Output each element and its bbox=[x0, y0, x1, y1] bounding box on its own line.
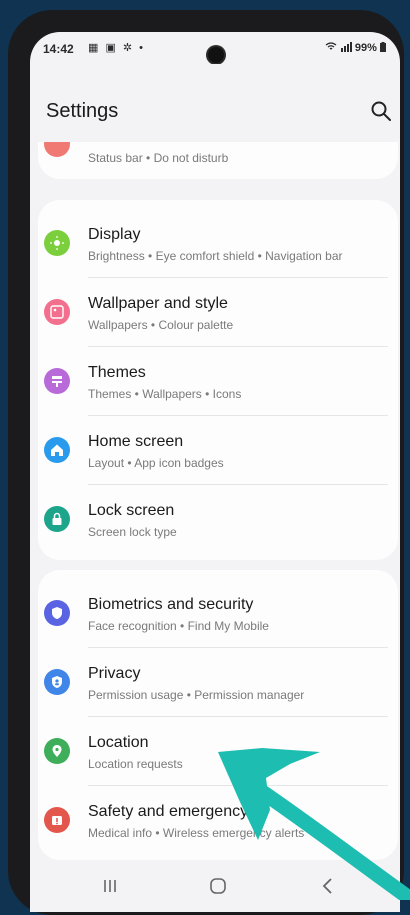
emergency-glyph bbox=[52, 816, 62, 825]
item-subtitle: Wallpapers • Colour palette bbox=[88, 318, 234, 332]
item-title: Location bbox=[88, 734, 149, 751]
brush-icon bbox=[44, 368, 70, 394]
emergency-icon bbox=[44, 807, 70, 833]
brush-glyph bbox=[52, 376, 62, 387]
shield-glyph bbox=[52, 607, 62, 619]
signal-icon bbox=[340, 42, 352, 52]
image-glyph bbox=[50, 305, 64, 319]
battery-label: 99% bbox=[354, 42, 377, 54]
item-title: Lock screen bbox=[88, 502, 175, 519]
settings-card-display: Display Brightness • Eye comfort shield … bbox=[38, 200, 398, 560]
location-glyph bbox=[52, 745, 62, 757]
settings-item-lock-screen[interactable]: Lock screen Screen lock type bbox=[38, 484, 398, 553]
front-camera bbox=[208, 47, 224, 63]
battery-icon bbox=[380, 42, 386, 52]
status-time: 14:42 bbox=[43, 42, 74, 56]
item-title: Themes bbox=[88, 364, 146, 381]
item-title: Privacy bbox=[88, 665, 141, 682]
notification-icons: ▦ ▣ ✲ • bbox=[88, 42, 146, 54]
shield-icon bbox=[44, 600, 70, 626]
home-icon bbox=[44, 437, 70, 463]
item-subtitle: Permission usage • Permission manager bbox=[88, 688, 305, 702]
item-title: Display bbox=[88, 226, 141, 243]
lock-icon bbox=[44, 506, 70, 532]
settings-item-display[interactable]: Display Brightness • Eye comfort shield … bbox=[38, 208, 398, 277]
settings-item-privacy[interactable]: Privacy Permission usage • Permission ma… bbox=[38, 647, 398, 716]
location-pin-icon bbox=[44, 738, 70, 764]
wifi-icon bbox=[325, 42, 337, 50]
item-subtitle: Themes • Wallpapers • Icons bbox=[88, 387, 242, 401]
item-subtitle: Status bar • Do not disturb bbox=[88, 151, 229, 165]
settings-item-home-screen[interactable]: Home screen Layout • App icon badges bbox=[38, 415, 398, 484]
item-title: Biometrics and security bbox=[88, 596, 254, 613]
settings-item-themes[interactable]: Themes Themes • Wallpapers • Icons bbox=[38, 346, 398, 415]
sun-icon bbox=[44, 230, 70, 256]
item-subtitle: Brightness • Eye comfort shield • Naviga… bbox=[88, 249, 343, 263]
home-glyph bbox=[51, 444, 63, 456]
item-title: Wallpaper and style bbox=[88, 295, 228, 312]
lock-glyph bbox=[52, 512, 62, 525]
page-title-overlay: Settings bbox=[46, 100, 119, 122]
settings-item-wallpaper[interactable]: Wallpaper and style Wallpapers • Colour … bbox=[38, 277, 398, 346]
item-subtitle: Layout • App icon badges bbox=[88, 456, 224, 470]
privacy-icon bbox=[44, 669, 70, 695]
privacy-glyph bbox=[52, 676, 62, 688]
image-icon bbox=[44, 299, 70, 325]
search-icon[interactable] bbox=[370, 100, 392, 122]
sun-glyph bbox=[50, 236, 64, 250]
status-bar: 14:42 ▦ ▣ ✲ • 99% bbox=[30, 32, 400, 64]
item-subtitle: Location requests bbox=[88, 757, 183, 771]
recent-apps-icon[interactable] bbox=[96, 874, 124, 898]
item-title: Home screen bbox=[88, 433, 184, 450]
battery-percentage: 99% bbox=[325, 42, 386, 54]
item-subtitle: Face recognition • Find My Mobile bbox=[88, 619, 269, 633]
item-subtitle: Screen lock type bbox=[88, 525, 177, 539]
settings-item-biometrics[interactable]: Biometrics and security Face recognition… bbox=[38, 578, 398, 647]
annotation-arrow bbox=[218, 748, 410, 900]
